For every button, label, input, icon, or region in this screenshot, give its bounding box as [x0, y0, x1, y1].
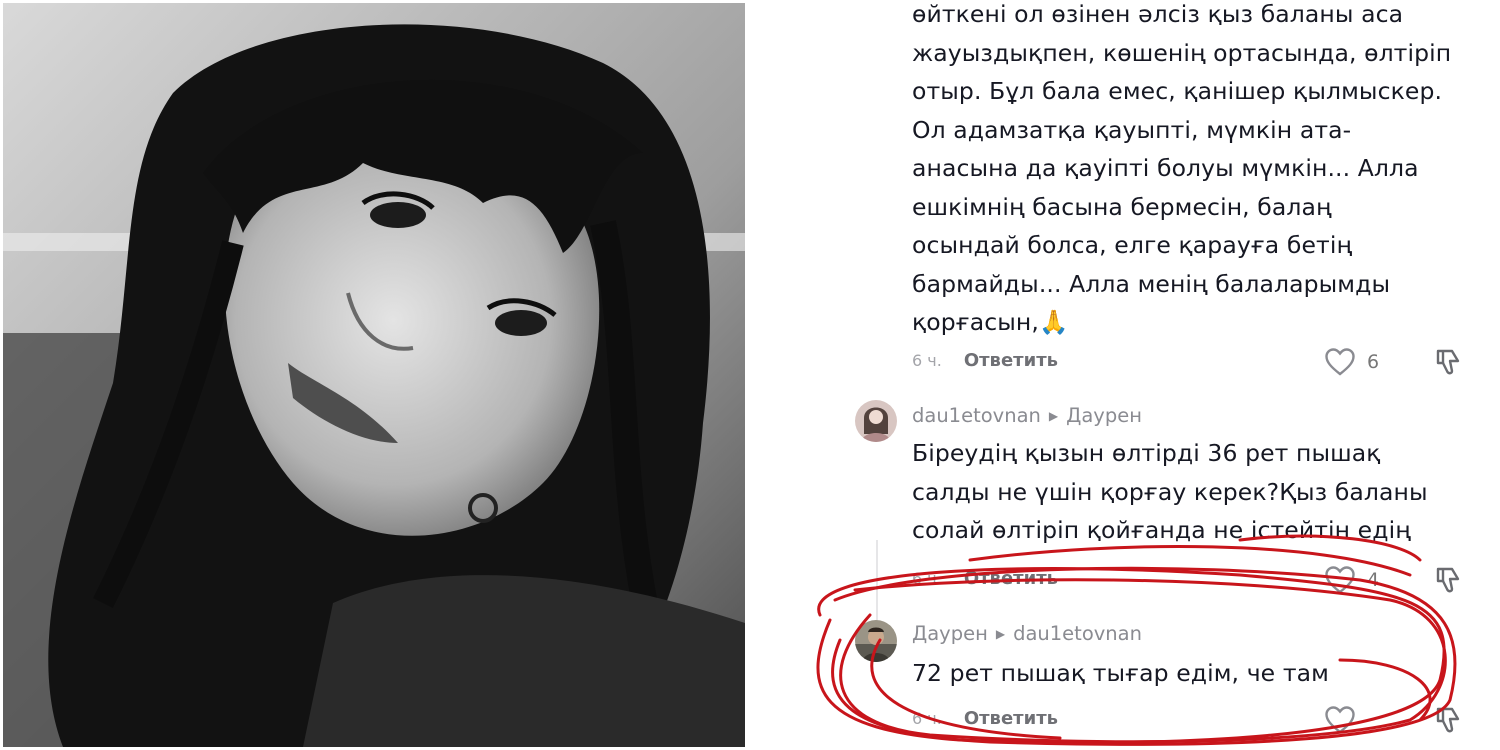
- comment-line: Ол адамзатқа қауыпті, мүмкін ата-: [912, 115, 1352, 144]
- heart-icon: [1325, 566, 1355, 594]
- comment-line: анасына да қауіпті болуы мүмкін... Алла: [912, 154, 1419, 182]
- reply-header: dau1etovnan ▶ Даурен: [912, 404, 1142, 427]
- comment-meta: 6 ч. Ответить: [912, 350, 1058, 371]
- comment-line: осындай болса, елге қарауға бетің: [912, 231, 1353, 259]
- reply-arrow-icon: ▶: [1048, 408, 1059, 423]
- like-count: 4: [1367, 569, 1380, 591]
- reply-to[interactable]: dau1etovnan: [1013, 622, 1142, 645]
- reply-text: Біреудің қызын өлтірді 36 рет пышақ салд…: [912, 434, 1472, 550]
- portrait-photo: [3, 3, 745, 747]
- comment-line: жауыздықпен, көшенің ортасында, өлтіріп: [912, 38, 1452, 67]
- reply-author[interactable]: dau1etovnan: [912, 404, 1041, 427]
- comment-line: өйткені ол өзінен әлсіз қыз баланы аса: [912, 0, 1404, 28]
- comments-panel: өйткені ол өзінен әлсіз қыз баланы аса ж…: [760, 0, 1500, 750]
- like-button[interactable]: 6: [1325, 348, 1379, 376]
- comment-line: ешкімнің басына бермесін, балаң: [912, 192, 1332, 221]
- comment-text: өйткені ол өзінен әлсіз қыз баланы аса ж…: [912, 0, 1487, 342]
- like-count: 6: [1367, 351, 1380, 373]
- like-button[interactable]: 4: [1325, 566, 1379, 594]
- user-avatar-icon: [855, 620, 897, 662]
- reply-time: 6 ч.: [912, 709, 942, 728]
- reply-text: 72 рет пышақ тығар едім, че там: [912, 654, 1472, 693]
- heart-icon: [1325, 348, 1355, 376]
- comment-line: отыр. Бұл бала емес, қанішер қылмыскер.: [912, 77, 1443, 105]
- reply-button[interactable]: Ответить: [964, 568, 1058, 589]
- reply-meta: 6 ч. Ответить: [912, 708, 1058, 729]
- comment-line: бармайды... Алла менің балаларымды: [912, 269, 1391, 298]
- user-avatar-icon: [855, 400, 897, 442]
- reply-meta: 6 ч. Ответить: [912, 568, 1058, 589]
- reply-arrow-icon: ▶: [995, 626, 1006, 641]
- thumbs-down-icon: [1436, 349, 1460, 375]
- reply-author[interactable]: Даурен: [912, 622, 988, 645]
- dislike-button[interactable]: [1434, 565, 1464, 599]
- dislike-button[interactable]: [1434, 705, 1464, 739]
- reply-to[interactable]: Даурен: [1066, 404, 1142, 427]
- avatar[interactable]: [855, 400, 897, 442]
- avatar[interactable]: [855, 620, 897, 662]
- thumbs-down-icon: [1436, 707, 1460, 733]
- reply-line: 72 рет пышақ тығар едім, че там: [912, 659, 1329, 687]
- comment-line: қорғасын,🙏: [912, 308, 1069, 336]
- thumbs-down-icon: [1436, 567, 1460, 593]
- heart-icon: [1325, 706, 1355, 734]
- portrait-photo-icon: [3, 3, 745, 747]
- like-button[interactable]: [1325, 706, 1367, 734]
- reply-button[interactable]: Ответить: [964, 708, 1058, 729]
- reply-button[interactable]: Ответить: [964, 350, 1058, 371]
- reply-header: Даурен ▶ dau1etovnan: [912, 622, 1142, 645]
- reply-line: Біреудің қызын өлтірді 36 рет пышақ: [912, 439, 1381, 467]
- reply-line: солай өлтіріп қойғанда не істейтін едің: [912, 516, 1411, 544]
- reply-time: 6 ч.: [912, 569, 942, 588]
- dislike-button[interactable]: [1434, 347, 1464, 381]
- comment-time: 6 ч.: [912, 351, 942, 370]
- reply-line: салды не үшін қорғау керек?Қыз баланы: [912, 477, 1428, 506]
